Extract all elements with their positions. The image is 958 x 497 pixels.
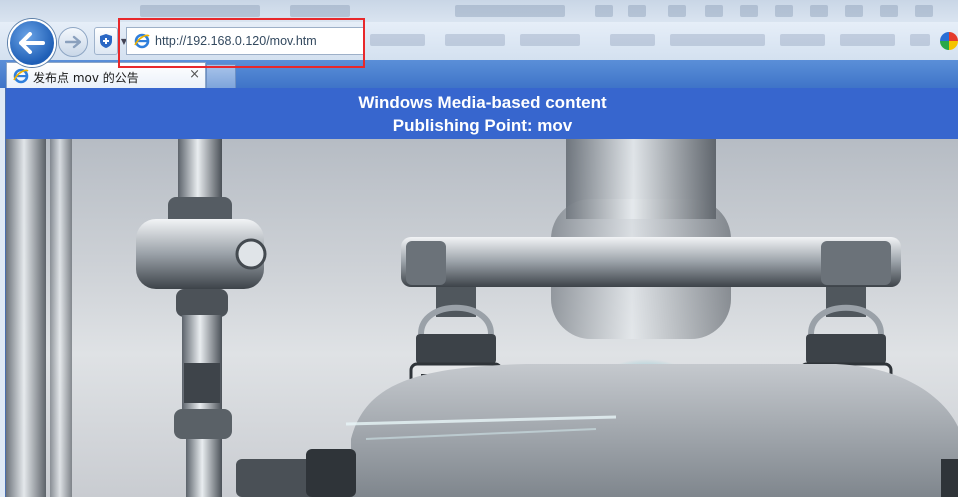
close-icon[interactable]: × bbox=[189, 67, 200, 82]
ie-tab-icon bbox=[13, 68, 29, 87]
colorful-app-icon[interactable] bbox=[940, 32, 958, 50]
back-button[interactable] bbox=[8, 19, 56, 67]
forward-arrow-icon bbox=[65, 35, 81, 49]
back-arrow-icon bbox=[19, 32, 45, 54]
shield-icon bbox=[100, 34, 112, 48]
banner-title: Windows Media-based content bbox=[358, 93, 607, 112]
security-menu-button[interactable]: ▼ bbox=[94, 27, 127, 55]
banner-subtitle: Publishing Point: mov bbox=[392, 116, 573, 135]
tab-title: 发布点 mov 的公告 bbox=[33, 71, 139, 85]
address-highlight-box bbox=[118, 18, 365, 68]
forward-button[interactable] bbox=[58, 27, 88, 57]
robot-machinery-image bbox=[6, 139, 958, 497]
publishing-banner: Windows Media-based content Publishing P… bbox=[6, 88, 958, 139]
page-content: Windows Media-based content Publishing P… bbox=[5, 88, 958, 497]
